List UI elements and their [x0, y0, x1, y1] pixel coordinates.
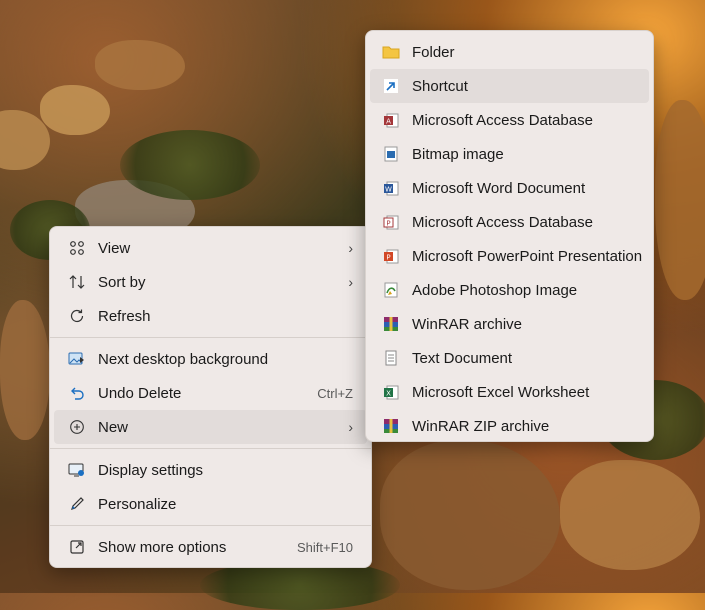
menu-item-label: WinRAR archive: [412, 315, 523, 333]
menu-item-label: Shortcut: [412, 77, 468, 95]
new-item-access-database[interactable]: A Microsoft Access Database: [370, 103, 649, 137]
svg-text:P: P: [386, 254, 390, 262]
new-plus-icon: [66, 418, 88, 436]
menu-item-show-more-options[interactable]: Show more options Shift+F10: [54, 530, 367, 564]
chevron-right-icon: ›: [348, 274, 353, 290]
menu-item-label: Display settings: [98, 461, 204, 479]
new-item-folder[interactable]: Folder: [370, 35, 649, 69]
excel-icon: X: [380, 383, 402, 401]
menu-separator: [50, 337, 371, 338]
new-item-shortcut[interactable]: Shortcut: [370, 69, 649, 103]
menu-item-label: WinRAR ZIP archive: [412, 417, 550, 435]
new-item-photoshop[interactable]: Adobe Photoshop Image: [370, 273, 649, 307]
menu-item-sort-by[interactable]: Sort by ›: [54, 265, 367, 299]
chevron-right-icon: ›: [348, 240, 353, 256]
menu-item-label: Microsoft Word Document: [412, 179, 586, 197]
menu-item-label: Bitmap image: [412, 145, 504, 163]
view-grid-icon: [66, 239, 88, 257]
menu-item-next-desktop-background[interactable]: Next desktop background: [54, 342, 367, 376]
access-icon: A: [380, 111, 402, 129]
menu-item-label: Adobe Photoshop Image: [412, 281, 578, 299]
wallpaper-rock: [380, 440, 560, 590]
menu-item-label: Microsoft Excel Worksheet: [412, 383, 590, 401]
shortcut-text: Ctrl+Z: [317, 385, 353, 401]
new-submenu: Folder Shortcut A Microsoft Access Datab…: [365, 30, 654, 442]
svg-text:P: P: [386, 220, 390, 228]
menu-item-label: Microsoft Access Database: [412, 213, 593, 231]
menu-item-personalize[interactable]: Personalize: [54, 487, 367, 521]
menu-item-label: Microsoft Access Database: [412, 111, 593, 129]
shortcut-text: Shift+F10: [296, 539, 353, 555]
show-more-options-icon: [66, 538, 88, 556]
new-item-text-document[interactable]: Text Document: [370, 341, 649, 375]
text-document-icon: [380, 349, 402, 367]
menu-item-label: Personalize: [98, 495, 177, 513]
next-background-icon: [66, 350, 88, 368]
winrar-icon: [380, 315, 402, 333]
menu-separator: [50, 448, 371, 449]
menu-item-label: Microsoft PowerPoint Presentation: [412, 247, 643, 265]
shortcut-arrow-icon: [380, 77, 402, 95]
menu-item-undo-delete[interactable]: Undo Delete Ctrl+Z: [54, 376, 367, 410]
word-icon: W: [380, 179, 402, 197]
menu-item-display-settings[interactable]: Display settings: [54, 453, 367, 487]
undo-icon: [66, 384, 88, 402]
wallpaper-rock: [655, 100, 705, 300]
menu-item-label: Undo Delete: [98, 384, 182, 402]
menu-item-label: View: [98, 239, 131, 257]
new-item-excel-worksheet[interactable]: X Microsoft Excel Worksheet: [370, 375, 649, 409]
new-item-word-document[interactable]: W Microsoft Word Document: [370, 171, 649, 205]
menu-separator: [50, 525, 371, 526]
menu-item-label: Next desktop background: [98, 350, 269, 368]
menu-item-label: New: [98, 418, 129, 436]
new-item-powerpoint[interactable]: P Microsoft PowerPoint Presentation: [370, 239, 649, 273]
svg-text:W: W: [385, 186, 392, 194]
new-item-bitmap-image[interactable]: Bitmap image: [370, 137, 649, 171]
refresh-icon: [66, 307, 88, 325]
menu-item-label: Text Document: [412, 349, 513, 367]
folder-icon: [380, 43, 402, 61]
menu-item-view[interactable]: View ›: [54, 231, 367, 265]
personalize-pen-icon: [66, 495, 88, 513]
desktop-context-menu: View › Sort by › Refresh Next desktop ba…: [49, 226, 372, 568]
menu-item-refresh[interactable]: Refresh: [54, 299, 367, 333]
svg-text:A: A: [386, 118, 391, 126]
photoshop-icon: [380, 281, 402, 299]
menu-item-label: Refresh: [98, 307, 151, 325]
bitmap-icon: [380, 145, 402, 163]
wallpaper-rock: [560, 460, 700, 570]
wallpaper-rock: [0, 300, 50, 440]
display-settings-icon: [66, 461, 88, 479]
wallpaper-rock: [40, 85, 110, 135]
menu-item-label: Sort by: [98, 273, 146, 291]
chevron-right-icon: ›: [348, 419, 353, 435]
access-icon: P: [380, 213, 402, 231]
winrar-zip-icon: [380, 417, 402, 435]
powerpoint-icon: P: [380, 247, 402, 265]
wallpaper-bush: [120, 130, 260, 200]
svg-text:X: X: [386, 390, 391, 398]
new-item-winrar-archive[interactable]: WinRAR archive: [370, 307, 649, 341]
wallpaper-rock: [95, 40, 185, 90]
menu-item-new[interactable]: New ›: [54, 410, 367, 444]
menu-item-label: Show more options: [98, 538, 227, 556]
menu-item-label: Folder: [412, 43, 455, 61]
sort-icon: [66, 273, 88, 291]
new-item-access-database-2[interactable]: P Microsoft Access Database: [370, 205, 649, 239]
new-item-winrar-zip[interactable]: WinRAR ZIP archive: [370, 409, 649, 443]
